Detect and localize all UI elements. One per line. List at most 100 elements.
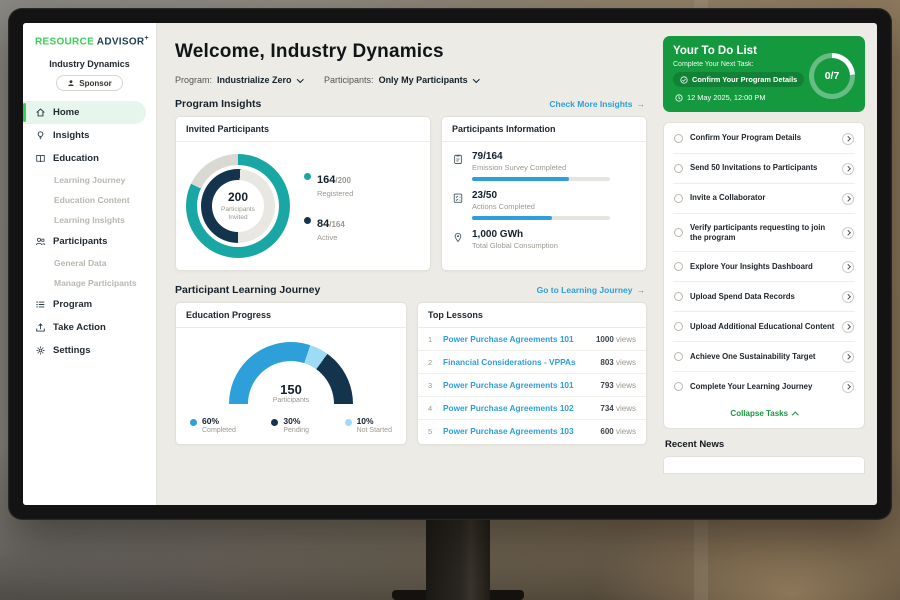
lesson-link[interactable]: Financial Considerations - VPPAs	[443, 357, 593, 367]
sidebar-item-participants[interactable]: Participants	[23, 230, 156, 253]
lesson-link[interactable]: Power Purchase Agreements 101	[443, 380, 593, 390]
lesson-link[interactable]: Power Purchase Agreements 101	[443, 334, 589, 344]
chevron-right-icon[interactable]	[842, 193, 854, 205]
main-content: Welcome, Industry Dynamics Program: Indu…	[157, 23, 659, 505]
task-row-verify-participants[interactable]: Verify participants requesting to join t…	[673, 214, 855, 252]
task-row-achieve-target[interactable]: Achieve One Sustainability Target	[673, 342, 855, 372]
card-title: Participants Information	[442, 117, 646, 142]
checkbox-icon[interactable]	[674, 134, 683, 143]
participants-filter-label: Participants:	[324, 75, 374, 85]
card-title: Education Progress	[176, 303, 406, 328]
stat-actions-completed: 23/50 Actions Completed	[442, 181, 646, 220]
participants-filter-dropdown[interactable]: Only My Participants	[379, 75, 479, 85]
chevron-down-icon	[297, 76, 303, 82]
sidebar-item-program[interactable]: Program	[23, 293, 156, 316]
logo-resource: RESOURCE	[35, 36, 94, 47]
lesson-row: 3 Power Purchase Agreements 101 793 view…	[418, 374, 646, 397]
lightbulb-icon	[35, 130, 46, 141]
sidebar-item-label: Insights	[53, 130, 89, 141]
chevron-down-icon	[473, 76, 479, 82]
gauge-legend: 60% Completed 30% Pending	[176, 408, 406, 444]
chevron-right-icon[interactable]	[842, 321, 854, 333]
collapse-tasks-button[interactable]: Collapse Tasks	[673, 401, 855, 427]
participants-information-card: Participants Information 79/164 Emission…	[441, 116, 647, 271]
chevron-right-icon[interactable]	[842, 381, 854, 393]
teal-dot-icon	[304, 173, 311, 180]
chevron-right-icon[interactable]	[842, 163, 854, 175]
sidebar-item-settings[interactable]: Settings	[23, 339, 156, 362]
sidebar-item-manage-participants[interactable]: Manage Participants	[23, 273, 156, 293]
sidebar-item-label: Program	[53, 299, 92, 310]
chevron-right-icon[interactable]	[842, 133, 854, 145]
donut-legend: 164/200 Registered 84/164 Active	[304, 170, 353, 242]
stat-emission-survey: 79/164 Emission Survey Completed	[442, 142, 646, 181]
stat-global-consumption: 1,000 GWh Total Global Consumption	[442, 220, 646, 250]
check-more-insights-link[interactable]: Check More Insights →	[549, 99, 645, 109]
recent-news-title: Recent News	[663, 439, 865, 450]
sidebar-item-home[interactable]: Home	[23, 101, 146, 124]
invited-participants-donut-chart: 200 Participants Invited	[186, 154, 290, 258]
monitor-stand	[426, 515, 490, 600]
clock-icon	[675, 94, 683, 102]
checkbox-icon[interactable]	[674, 292, 683, 301]
sponsor-badge[interactable]: Sponsor	[56, 75, 122, 91]
sidebar-item-take-action[interactable]: Take Action	[23, 316, 156, 339]
sidebar-item-label: Settings	[53, 345, 90, 356]
next-task-chip[interactable]: Confirm Your Program Details	[673, 72, 804, 87]
app-logo: RESOURCE ADVISOR+	[23, 35, 156, 47]
chevron-right-icon[interactable]	[842, 351, 854, 363]
sidebar-item-insights[interactable]: Insights	[23, 124, 156, 147]
clipboard-icon	[452, 152, 464, 164]
program-filter-label: Program:	[175, 75, 212, 85]
go-to-learning-journey-link[interactable]: Go to Learning Journey →	[537, 285, 645, 295]
donut-center-value: 200	[228, 190, 248, 204]
lesson-row: 4 Power Purchase Agreements 102 734 view…	[418, 397, 646, 420]
task-row-confirm-program[interactable]: Confirm Your Program Details	[673, 124, 855, 154]
task-row-explore-insights[interactable]: Explore Your Insights Dashboard	[673, 252, 855, 282]
lesson-link[interactable]: Power Purchase Agreements 103	[443, 426, 593, 436]
sidebar: RESOURCE ADVISOR+ Industry Dynamics Spon…	[23, 23, 157, 505]
lesson-link[interactable]: Power Purchase Agreements 102	[443, 403, 593, 413]
home-icon	[35, 107, 46, 118]
program-filter-dropdown[interactable]: Industrialize Zero	[217, 75, 302, 85]
task-row-upload-educational-content[interactable]: Upload Additional Educational Content	[673, 312, 855, 342]
chevron-right-icon[interactable]	[842, 261, 854, 273]
checkbox-icon[interactable]	[674, 164, 683, 173]
blue-dot-icon	[190, 419, 197, 426]
actions-progress-bar	[472, 216, 610, 220]
sidebar-item-learning-journey[interactable]: Learning Journey	[23, 170, 156, 190]
checkbox-icon[interactable]	[674, 322, 683, 331]
checklist-icon	[452, 191, 464, 203]
sidebar-item-general-data[interactable]: General Data	[23, 253, 156, 273]
legend-item-not-started: 10% Not Started	[345, 416, 392, 434]
lesson-row: 2 Financial Considerations - VPPAs 803 v…	[418, 351, 646, 374]
checkbox-icon[interactable]	[674, 262, 683, 271]
sidebar-item-education[interactable]: Education	[23, 147, 156, 170]
upload-icon	[35, 322, 46, 333]
logo-advisor: ADVISOR	[97, 36, 145, 47]
navy-dot-icon	[304, 217, 311, 224]
task-list-card: Confirm Your Program Details Send 50 Inv…	[663, 122, 865, 429]
sidebar-item-education-content[interactable]: Education Content	[23, 190, 156, 210]
person-icon	[67, 79, 75, 87]
todo-progress-value: 0/7	[814, 58, 850, 94]
checkbox-icon[interactable]	[674, 382, 683, 391]
task-row-complete-learning-journey[interactable]: Complete Your Learning Journey	[673, 372, 855, 401]
checkbox-icon[interactable]	[674, 352, 683, 361]
chevron-right-icon[interactable]	[842, 291, 854, 303]
checkbox-icon[interactable]	[674, 194, 683, 203]
sidebar-item-label: Education	[53, 153, 99, 164]
monitor-bezel: RESOURCE ADVISOR+ Industry Dynamics Spon…	[8, 8, 892, 520]
sidebar-item-label: Take Action	[53, 322, 106, 333]
legend-item-registered: 164/200 Registered	[304, 170, 353, 198]
task-row-send-invitations[interactable]: Send 50 Invitations to Participants	[673, 154, 855, 184]
chevron-right-icon[interactable]	[842, 227, 854, 239]
sponsor-badge-label: Sponsor	[79, 79, 111, 88]
task-row-invite-collaborator[interactable]: Invite a Collaborator	[673, 184, 855, 214]
sidebar-item-learning-insights[interactable]: Learning Insights	[23, 210, 156, 230]
checkbox-icon[interactable]	[674, 228, 683, 237]
education-progress-gauge-chart: 150 Participants	[229, 342, 353, 404]
lesson-row: 5 Power Purchase Agreements 103 600 view…	[418, 420, 646, 442]
todo-header-card: Your To Do List Complete Your Next Task:…	[663, 36, 865, 112]
task-row-upload-spend-data[interactable]: Upload Spend Data Records	[673, 282, 855, 312]
